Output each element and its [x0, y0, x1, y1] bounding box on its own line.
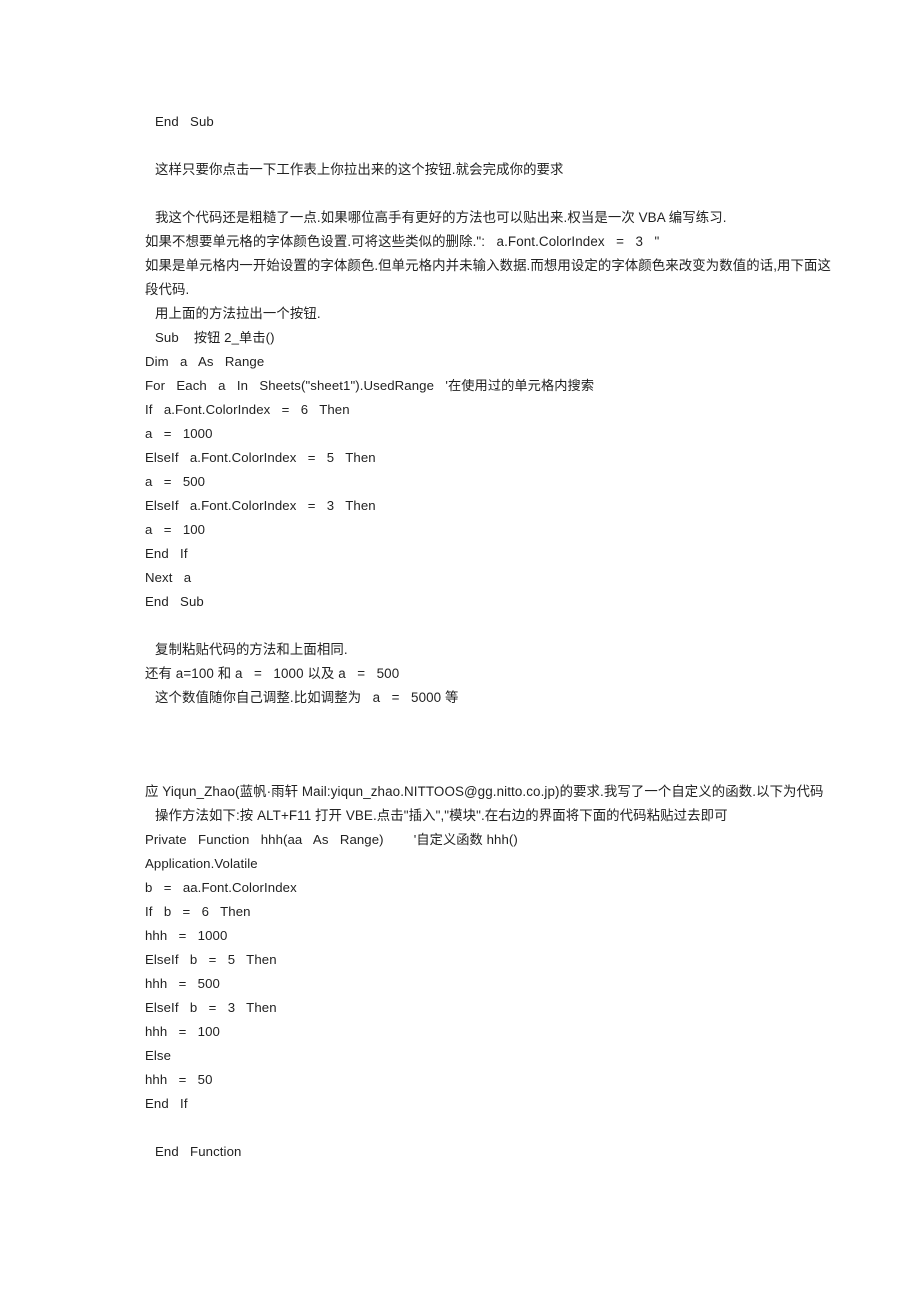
code3-line-6: ElseIf b = 5 Then: [145, 952, 277, 967]
code2-line-2: Dim a As Range: [145, 354, 265, 369]
code-line-end-sub-top: End Sub: [155, 114, 214, 129]
code2-line-3: For Each a In Sheets("sheet1").UsedRange…: [145, 378, 595, 393]
paragraph-adjust: 这个数值随你自己调整.比如调整为 a = 5000 等: [155, 690, 459, 705]
code3-line-7: hhh = 500: [145, 976, 220, 991]
code2-line-5: a = 1000: [145, 426, 213, 441]
paragraph-rough-code-3: 如果是单元格内一开始设置的字体颜色.但单元格内并未输入数据.而想用设定的字体颜色…: [145, 258, 831, 297]
code3-line-12: End If: [145, 1096, 188, 1111]
code3-line-3: b = aa.Font.ColorIndex: [145, 880, 297, 895]
code2-line-10: End If: [145, 546, 188, 561]
paragraph-click-button: 这样只要你点击一下工作表上你拉出来的这个按钮.就会完成你的要求: [155, 162, 564, 177]
code2-line-4: If a.Font.ColorIndex = 6 Then: [145, 402, 350, 417]
code2-line-12: End Sub: [145, 594, 204, 609]
code2-line-9: a = 100: [145, 522, 206, 537]
code2-line-7: a = 500: [145, 474, 206, 489]
paragraph-request: 应 Yiqun_Zhao(蓝帆·雨轩 Mail:yiqun_zhao.NITTO…: [145, 784, 824, 799]
code3-line-2: Application.Volatile: [145, 856, 258, 871]
code3-line-5: hhh = 1000: [145, 928, 228, 943]
code2-line-6: ElseIf a.Font.ColorIndex = 5 Then: [145, 450, 376, 465]
code3-line-9: hhh = 100: [145, 1024, 220, 1039]
paragraph-make-button: 用上面的方法拉出一个按钮.: [155, 306, 321, 321]
paragraph-values: 还有 a=100 和 a = 1000 以及 a = 500: [145, 666, 400, 681]
paragraph-rough-code-1: 我这个代码还是粗糙了一点.如果哪位高手有更好的方法也可以贴出来.权当是一次 VB…: [155, 210, 727, 225]
code3-line-10: Else: [145, 1048, 172, 1063]
code3-line-11: hhh = 50: [145, 1072, 213, 1087]
document-content: End Sub 这样只要你点击一下工作表上你拉出来的这个按钮.就会完成你的要求 …: [145, 110, 835, 1164]
code3-line-1: Private Function hhh(aa As Range) '自定义函数…: [145, 832, 518, 847]
code2-line-1: Sub 按钮 2_单击(): [155, 330, 275, 345]
code3-line-4: If b = 6 Then: [145, 904, 251, 919]
paragraph-howto: 操作方法如下:按 ALT+F11 打开 VBE.点击"插入","模块".在右边的…: [155, 808, 728, 823]
code2-line-11: Next a: [145, 570, 192, 585]
paragraph-copy-paste: 复制粘贴代码的方法和上面相同.: [155, 642, 348, 657]
code3-line-8: ElseIf b = 3 Then: [145, 1000, 277, 1015]
document-page: End Sub 这样只要你点击一下工作表上你拉出来的这个按钮.就会完成你的要求 …: [0, 0, 920, 1302]
paragraph-rough-code-2: 如果不想要单元格的字体颜色设置.可将这些类似的删除.": a.Font.Colo…: [145, 234, 660, 249]
code2-line-8: ElseIf a.Font.ColorIndex = 3 Then: [145, 498, 376, 513]
code3-line-13: End Function: [155, 1144, 242, 1159]
